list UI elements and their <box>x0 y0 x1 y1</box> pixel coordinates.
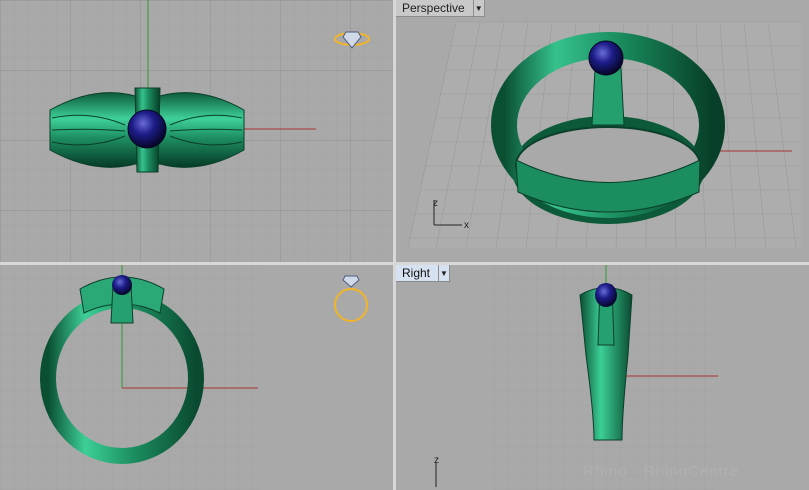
perspective-viewport-tab[interactable]: Perspective ▼ <box>396 0 485 17</box>
perspective-viewport[interactable]: Perspective ▼ z x <box>396 0 809 262</box>
perspective-viewport-canvas: z x <box>396 0 809 262</box>
axis-label-x: x <box>464 220 469 231</box>
viewport-title: Perspective <box>402 1 465 15</box>
right-viewport[interactable]: Right ▼ z Rhino · RhinoCentre <box>396 265 809 490</box>
viewport-divider-vertical[interactable] <box>393 0 396 490</box>
ring-top-view <box>49 87 245 173</box>
top-viewport-canvas <box>0 0 393 262</box>
watermark: Rhino · RhinoCentre <box>583 463 739 480</box>
top-viewport[interactable] <box>0 0 393 262</box>
chevron-down-icon[interactable]: ▼ <box>438 265 449 281</box>
right-viewport-canvas: z <box>396 265 809 490</box>
viewport-title: Right <box>402 266 431 280</box>
chevron-down-icon[interactable]: ▼ <box>472 0 484 16</box>
axis-label-z: z <box>434 455 439 466</box>
right-viewport-tab[interactable]: Right ▼ <box>396 265 451 282</box>
axis-label-z: z <box>433 198 438 209</box>
front-viewport-canvas <box>0 265 393 490</box>
front-viewport[interactable] <box>0 265 393 490</box>
